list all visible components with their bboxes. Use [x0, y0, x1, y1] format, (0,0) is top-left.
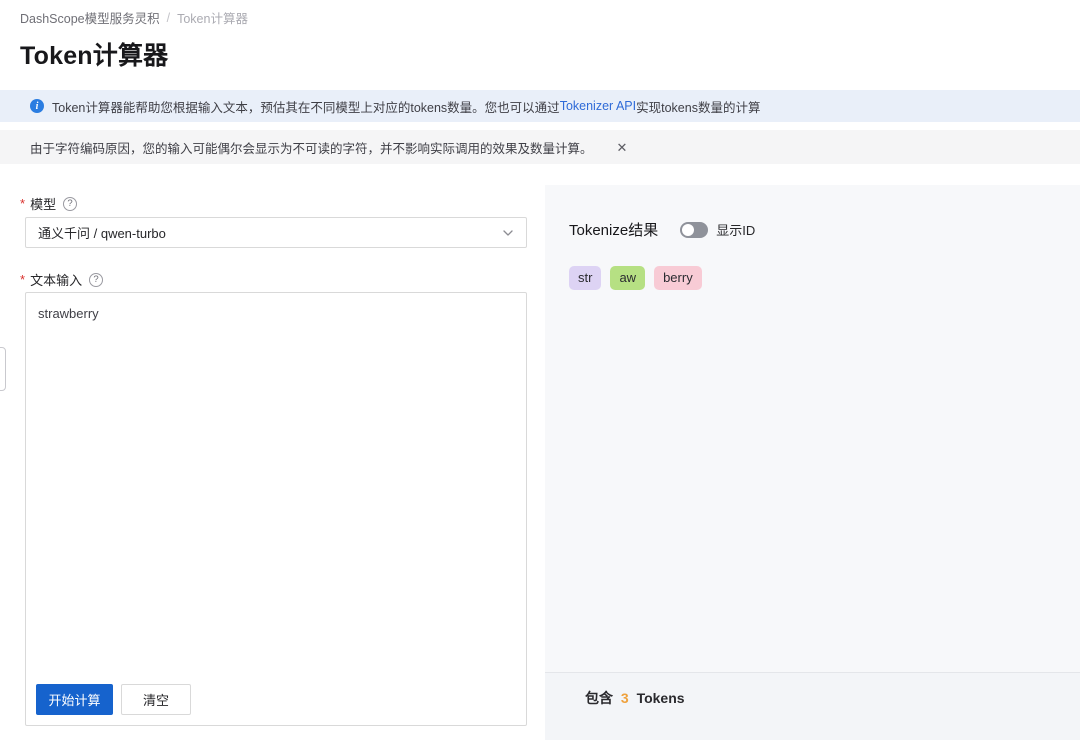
token-chip: aw	[610, 266, 645, 290]
result-title: Tokenize结果	[569, 219, 658, 240]
breadcrumb-current: Token计算器	[177, 8, 248, 27]
page-title: Token计算器	[20, 36, 168, 72]
info-banner-text: Token计算器能帮助您根据输入文本，预估其在不同模型上对应的tokens数量。…	[52, 97, 560, 116]
breadcrumb-separator: /	[167, 11, 170, 25]
show-id-toggle[interactable]	[680, 222, 708, 238]
result-header: Tokenize结果 显示ID	[545, 185, 1080, 240]
text-input-label-text: 文本输入	[30, 270, 82, 289]
text-input-textarea[interactable]: strawberry	[26, 293, 526, 668]
tokenizer-api-link[interactable]: Tokenizer API	[560, 99, 636, 113]
model-field-label: * 模型 ?	[20, 194, 77, 213]
info-icon: i	[30, 99, 44, 113]
model-select[interactable]: 通义千问 / qwen-turbo	[25, 217, 527, 248]
token-chip: str	[569, 266, 601, 290]
chevron-down-icon	[502, 227, 514, 239]
clear-button[interactable]: 清空	[121, 684, 191, 715]
token-chip: berry	[654, 266, 702, 290]
close-icon[interactable]: ✕	[615, 139, 630, 156]
token-chip-list: str aw berry	[545, 240, 1080, 290]
notice-text: 由于字符编码原因，您的输入可能偶尔会显示为不可读的字符，并不影响实际调用的效果及…	[30, 138, 593, 157]
token-count-suffix: Tokens	[637, 690, 685, 706]
left-drawer-handle[interactable]	[0, 347, 6, 391]
required-mark: *	[20, 196, 25, 211]
token-count-value: 3	[621, 690, 629, 706]
model-select-value: 通义千问 / qwen-turbo	[38, 223, 502, 242]
token-count-prefix: 包含	[585, 690, 613, 706]
breadcrumb: DashScope模型服务灵积 / Token计算器	[20, 8, 248, 27]
token-calculator-page: DashScope模型服务灵积 / Token计算器 Token计算器 i To…	[0, 0, 1080, 740]
calculate-button[interactable]: 开始计算	[36, 684, 113, 715]
info-banner-text-after: 实现tokens数量的计算	[636, 97, 760, 116]
toggle-knob	[682, 224, 694, 236]
text-input-field-label: * 文本输入 ?	[20, 270, 103, 289]
notice-banner: 由于字符编码原因，您的输入可能偶尔会显示为不可读的字符，并不影响实际调用的效果及…	[0, 130, 1080, 164]
help-icon[interactable]: ?	[63, 197, 77, 211]
form-button-row: 开始计算 清空	[36, 684, 191, 715]
breadcrumb-parent[interactable]: DashScope模型服务灵积	[20, 8, 160, 27]
info-banner: i Token计算器能帮助您根据输入文本，预估其在不同模型上对应的tokens数…	[0, 90, 1080, 122]
help-icon[interactable]: ?	[89, 273, 103, 287]
required-mark: *	[20, 272, 25, 287]
tokenize-result-panel: Tokenize结果 显示ID str aw berry 包含 3 Tokens	[545, 185, 1080, 740]
token-count-footer: 包含 3 Tokens	[545, 672, 1080, 740]
model-label-text: 模型	[30, 194, 56, 213]
text-input-box: strawberry 开始计算 清空	[25, 292, 527, 726]
show-id-toggle-label: 显示ID	[716, 220, 755, 239]
